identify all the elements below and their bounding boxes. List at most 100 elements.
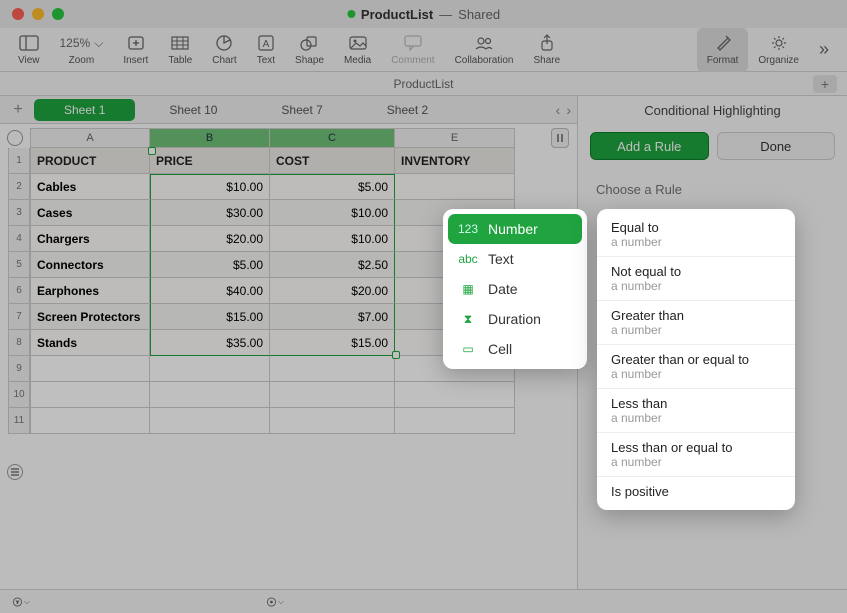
cell[interactable]: $40.00	[150, 278, 270, 304]
column-header[interactable]: A	[30, 128, 150, 148]
filter-icon[interactable]: ⌵	[12, 593, 30, 611]
table-button[interactable]: Table	[158, 28, 202, 72]
rule-option[interactable]: Not equal to a number	[597, 257, 795, 301]
cell[interactable]	[270, 382, 395, 408]
row-header[interactable]: 9	[8, 356, 30, 382]
column-header[interactable]: E	[395, 128, 515, 148]
close-window-button[interactable]	[12, 8, 24, 20]
row-header[interactable]: 5	[8, 252, 30, 278]
rule-option[interactable]: Less than a number	[597, 389, 795, 433]
row-header[interactable]: 3	[8, 200, 30, 226]
cell[interactable]: $10.00	[270, 226, 395, 252]
cell[interactable]: $2.50	[270, 252, 395, 278]
row-header[interactable]: 7	[8, 304, 30, 330]
column-handle-icon[interactable]	[551, 128, 569, 148]
number-icon: 123	[458, 222, 478, 236]
cell[interactable]: PRODUCT	[30, 148, 150, 174]
add-rule-button[interactable]: Add a Rule	[590, 132, 709, 160]
cell[interactable]: $5.00	[150, 252, 270, 278]
cell[interactable]: COST	[270, 148, 395, 174]
add-sheet-corner-button[interactable]: +	[813, 75, 837, 93]
cell[interactable]: Cases	[30, 200, 150, 226]
cell[interactable]	[150, 408, 270, 434]
rule-option[interactable]: Less than or equal to a number	[597, 433, 795, 477]
rule-option[interactable]: Is positive	[597, 477, 795, 506]
rule-category-date[interactable]: ▦ Date	[448, 274, 582, 304]
cell[interactable]: $10.00	[150, 174, 270, 200]
cell[interactable]: $15.00	[150, 304, 270, 330]
cell[interactable]: $20.00	[150, 226, 270, 252]
zoom-control[interactable]: 125%⌵ Zoom	[50, 28, 114, 72]
cell[interactable]	[150, 382, 270, 408]
organize-button[interactable]: Organize	[748, 28, 809, 72]
rule-option[interactable]: Greater than or equal to a number	[597, 345, 795, 389]
sheet-tab[interactable]: Sheet 7	[251, 99, 352, 121]
maximize-window-button[interactable]	[52, 8, 64, 20]
status-action-icon[interactable]: ⌵	[266, 593, 284, 611]
row-header[interactable]: 10	[8, 382, 30, 408]
rule-option[interactable]: Equal to a number	[597, 213, 795, 257]
view-button[interactable]: View	[8, 28, 50, 72]
add-sheet-button[interactable]: +	[4, 98, 32, 122]
cell[interactable]: $5.00	[270, 174, 395, 200]
row-header[interactable]: 1	[8, 148, 30, 174]
cell[interactable]: $20.00	[270, 278, 395, 304]
row-header[interactable]: 6	[8, 278, 30, 304]
sheet-tab[interactable]: Sheet 2	[357, 99, 458, 121]
rule-category-text[interactable]: abc Text	[448, 244, 582, 274]
sheet-tab[interactable]: Sheet 10	[139, 99, 247, 121]
sheet-tab[interactable]: Sheet 1	[34, 99, 135, 121]
column-header[interactable]: C	[270, 128, 395, 148]
text-button[interactable]: A Text	[247, 28, 285, 72]
cell[interactable]	[30, 356, 150, 382]
cell[interactable]: Chargers	[30, 226, 150, 252]
row-handle-icon[interactable]	[7, 464, 23, 480]
cell[interactable]: Stands	[30, 330, 150, 356]
insert-button[interactable]: Insert	[113, 28, 158, 72]
cell[interactable]	[270, 408, 395, 434]
sheet-nav-prev-icon[interactable]: ‹	[556, 102, 561, 118]
minimize-window-button[interactable]	[32, 8, 44, 20]
cell[interactable]: $10.00	[270, 200, 395, 226]
cell[interactable]: $30.00	[150, 200, 270, 226]
cell[interactable]: Earphones	[30, 278, 150, 304]
rule-category-duration[interactable]: ⧗ Duration	[448, 304, 582, 334]
row-header[interactable]: 11	[8, 408, 30, 434]
cell[interactable]: Cables	[30, 174, 150, 200]
rule-option[interactable]: Greater than a number	[597, 301, 795, 345]
cell[interactable]: $35.00	[150, 330, 270, 356]
cell[interactable]	[150, 356, 270, 382]
document-name-bar: ProductList +	[0, 72, 847, 96]
cell[interactable]: $15.00	[270, 330, 395, 356]
shared-indicator: Shared	[458, 7, 500, 22]
selection-handle-icon[interactable]	[148, 147, 156, 155]
document-status-icon	[347, 10, 355, 18]
selection-handle-icon[interactable]	[392, 351, 400, 359]
rule-category-cell[interactable]: ▭ Cell	[448, 334, 582, 364]
sheet-nav-next-icon[interactable]: ›	[566, 102, 571, 118]
chart-button[interactable]: Chart	[202, 28, 246, 72]
shape-button[interactable]: Shape	[285, 28, 334, 72]
row-header[interactable]: 4	[8, 226, 30, 252]
done-button[interactable]: Done	[717, 132, 836, 160]
rule-category-number[interactable]: 123 Number	[448, 214, 582, 244]
titlebar: ProductList — Shared	[0, 0, 847, 28]
calendar-icon: ▦	[458, 282, 478, 296]
collaboration-button[interactable]: Collaboration	[445, 28, 524, 72]
cell[interactable]	[270, 356, 395, 382]
cell[interactable]	[30, 382, 150, 408]
format-button[interactable]: Format	[697, 28, 749, 72]
cell[interactable]: Connectors	[30, 252, 150, 278]
row-header[interactable]: 8	[8, 330, 30, 356]
share-button[interactable]: Share	[524, 28, 571, 72]
media-button[interactable]: Media	[334, 28, 381, 72]
table-handle-icon[interactable]	[7, 130, 23, 146]
cell[interactable]: PRICE	[150, 148, 270, 174]
toolbar-overflow-icon[interactable]: »	[809, 39, 839, 60]
cell[interactable]: $7.00	[270, 304, 395, 330]
cell[interactable]: INVENTORY	[395, 148, 515, 174]
column-header[interactable]: B	[150, 128, 270, 148]
cell[interactable]	[30, 408, 150, 434]
row-header[interactable]: 2	[8, 174, 30, 200]
cell[interactable]: Screen Protectors	[30, 304, 150, 330]
